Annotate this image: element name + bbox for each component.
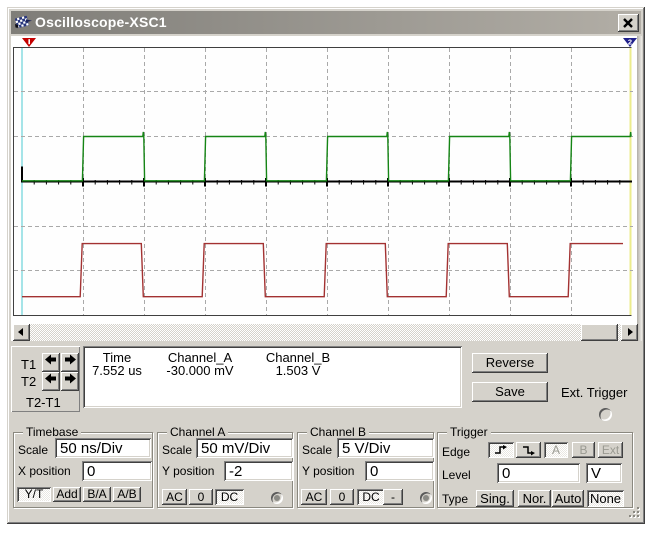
svg-text:2: 2: [628, 38, 632, 47]
